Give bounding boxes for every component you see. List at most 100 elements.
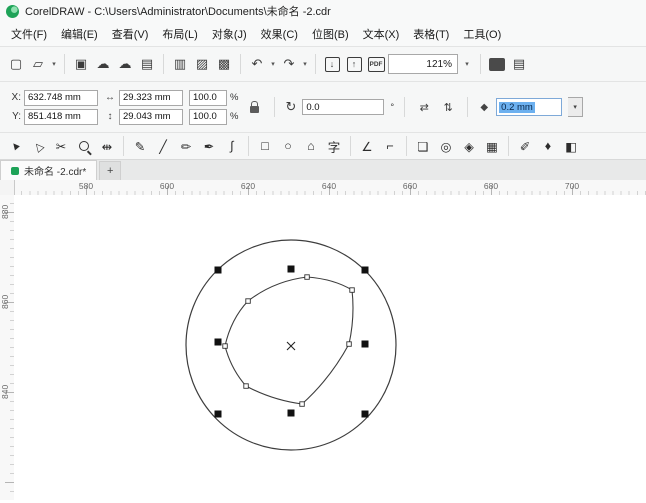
menu-bitmaps[interactable]: 位图(B) (305, 23, 356, 45)
x-position-input[interactable]: 632.748 mm (24, 89, 98, 106)
undo-dropdown-caret-icon[interactable]: ▾ (269, 53, 277, 75)
rectangle-tool[interactable]: □ (254, 135, 276, 157)
lock-ratio-button[interactable] (244, 90, 264, 124)
interactive-fill-tool[interactable]: ◧ (560, 135, 582, 157)
fullscreen-icon (489, 57, 505, 71)
scale-vertical-input[interactable]: 100.0 (189, 108, 227, 125)
freehand-tool[interactable]: ✎ (129, 135, 151, 157)
menu-layout[interactable]: 布局(L) (155, 23, 204, 45)
degree-label: ° (390, 101, 395, 113)
selection-handle[interactable] (214, 266, 222, 274)
menu-effects[interactable]: 效果(C) (254, 23, 305, 45)
print-button[interactable]: ▤ (137, 53, 157, 75)
zoom-level-caret-icon[interactable]: ▾ (460, 54, 474, 74)
document-tab-bar: 未命名 -2.cdr* + (0, 159, 646, 180)
save-button[interactable]: ▣ (71, 53, 91, 75)
curve-node[interactable] (299, 401, 305, 407)
object-width-icon: ↔ (105, 92, 115, 103)
cloud-download-icon[interactable]: ☁ (115, 53, 135, 75)
rotation-angle-input[interactable]: 0.0 (302, 99, 385, 115)
menu-table[interactable]: 表格(T) (406, 23, 456, 45)
curve-node[interactable] (346, 341, 352, 347)
document-tab[interactable]: 未命名 -2.cdr* (0, 160, 98, 180)
drop-shadow-tool[interactable]: ❏ (412, 135, 434, 157)
fullscreen-preview-button[interactable] (487, 53, 507, 75)
paste-button[interactable]: ▥ (170, 53, 190, 75)
vertical-ruler[interactable]: 880 860 840 (0, 195, 15, 500)
selection-handle[interactable] (214, 410, 222, 418)
import-button[interactable]: ↓ (322, 53, 342, 75)
curve-node[interactable] (245, 298, 251, 304)
pick-arrow-icon: ▲ (6, 137, 24, 155)
standard-toolbar: ▢ ▱ ▾ ▣ ☁ ☁ ▤ ▥ ▨ ▩ ↶ ▾ ↷ ▾ ↓ ↑ PDF 121%… (0, 46, 646, 81)
object-height-input[interactable]: 29.043 mm (119, 108, 183, 125)
zoom-tool[interactable] (73, 135, 95, 157)
drawing-canvas[interactable] (14, 195, 646, 500)
divider (64, 54, 65, 74)
two-point-line-tool[interactable]: ╱ (152, 135, 174, 157)
curve-node[interactable] (304, 274, 310, 280)
ruler-origin[interactable] (0, 180, 15, 196)
mirror-horizontal-button[interactable]: ⇄ (415, 98, 433, 116)
open-document-button[interactable]: ▱ (28, 53, 48, 75)
horizontal-ruler[interactable]: 580 600 620 640 660 680 700 (0, 180, 646, 196)
y-position-input[interactable]: 851.418 mm (24, 108, 98, 125)
menu-edit[interactable]: 编辑(E) (54, 23, 105, 45)
menu-object[interactable]: 对象(J) (205, 23, 254, 45)
undo-button[interactable]: ↶ (247, 53, 267, 75)
menu-text[interactable]: 文本(X) (356, 23, 407, 45)
new-tab-button[interactable]: + (99, 161, 122, 180)
ellipse-tool[interactable]: ○ (277, 135, 299, 157)
rotation-icon: ↻ (285, 99, 297, 114)
menu-tools[interactable]: 工具(O) (456, 23, 508, 45)
selection-handle[interactable] (361, 410, 369, 418)
blend-tool[interactable]: ◈ (458, 135, 480, 157)
bezier-tool[interactable]: ∫ (221, 135, 243, 157)
connector-tool[interactable]: ⌐ (379, 135, 401, 157)
selection-handle[interactable] (361, 340, 369, 348)
menu-view[interactable]: 查看(V) (105, 23, 156, 45)
redo-button[interactable]: ↷ (279, 53, 299, 75)
duplicate-button[interactable]: ▩ (214, 53, 234, 75)
divider (508, 136, 509, 156)
selection-handle[interactable] (287, 409, 295, 417)
contour-tool[interactable]: ◎ (435, 135, 457, 157)
curve-node[interactable] (349, 287, 355, 293)
pan-tool[interactable]: ⇹ (96, 135, 118, 157)
outline-width-input[interactable]: 0.2 mm (496, 98, 563, 116)
mirror-vertical-button[interactable]: ⇅ (439, 98, 457, 116)
show-rulers-button[interactable]: ▤ (509, 53, 529, 75)
eyedropper-tool[interactable]: ✐ (514, 135, 536, 157)
transparency-tool[interactable]: ▦ (481, 135, 503, 157)
export-button[interactable]: ↑ (344, 53, 364, 75)
cloud-upload-icon[interactable]: ☁ (93, 53, 113, 75)
selection-handle[interactable] (287, 265, 295, 273)
polygon-tool[interactable]: ⌂ (300, 135, 322, 157)
crop-tool[interactable]: ✂ (50, 135, 72, 157)
lock-icon (249, 101, 259, 113)
menu-file[interactable]: 文件(F) (4, 23, 54, 45)
selection-handle[interactable] (214, 338, 222, 346)
dimension-tool[interactable]: ∠ (356, 135, 378, 157)
shape-tool[interactable]: △ (27, 135, 49, 157)
zoom-level-select[interactable]: 121% (388, 54, 458, 74)
copy-button[interactable]: ▨ (192, 53, 212, 75)
ruler-mark: 640 (321, 181, 337, 191)
curve-node[interactable] (222, 343, 228, 349)
object-width-input[interactable]: 29.323 mm (119, 89, 183, 106)
artistic-media-tool[interactable]: ✏ (175, 135, 197, 157)
publish-pdf-button[interactable]: PDF (366, 53, 386, 75)
text-tool[interactable]: 字 (323, 135, 345, 157)
pen-tool[interactable]: ✒ (198, 135, 220, 157)
pick-tool[interactable]: ▲ (4, 135, 26, 157)
outline-pen-tool[interactable]: ♦ (537, 135, 559, 157)
open-dropdown-caret-icon[interactable]: ▾ (50, 53, 58, 75)
coreldraw-window: CorelDRAW - C:\Users\Administrator\Docum… (0, 0, 646, 500)
outline-width-caret-icon[interactable]: ▾ (568, 97, 584, 117)
scale-horizontal-input[interactable]: 100.0 (189, 89, 227, 106)
curve-node[interactable] (243, 383, 249, 389)
selection-handle[interactable] (361, 266, 369, 274)
new-document-button[interactable]: ▢ (6, 53, 26, 75)
outline-width-selected-text: 0.2 mm (499, 101, 535, 113)
redo-dropdown-caret-icon[interactable]: ▾ (301, 53, 309, 75)
